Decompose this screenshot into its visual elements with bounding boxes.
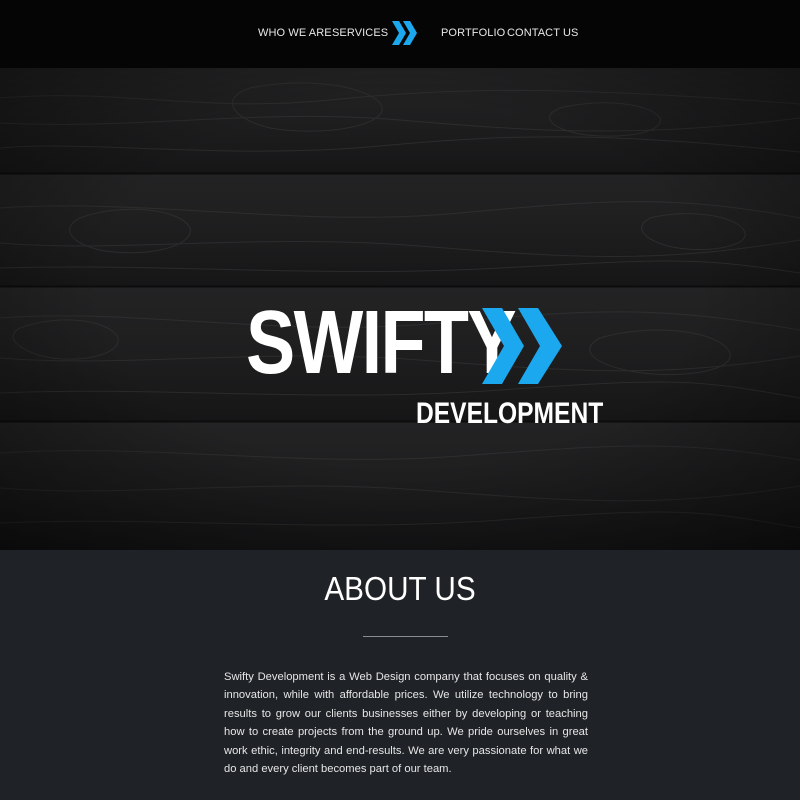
heading-divider	[363, 636, 448, 637]
brand-title: SWIFTY	[246, 293, 517, 393]
about-heading: ABOUT US	[324, 570, 476, 607]
about-body: Swifty Development is a Web Design compa…	[224, 671, 588, 776]
about-section: ABOUT US Swifty Development is a Web Des…	[0, 550, 800, 800]
brand-subtitle: DEVELOPMENT	[416, 397, 604, 430]
top-navigation: WHO WE ARE SERVICES PORTFOLIO CONTACT US	[0, 0, 800, 68]
nav-who-we-are[interactable]: WHO WE ARE	[258, 27, 332, 39]
double-chevron-icon[interactable]	[392, 21, 418, 45]
double-chevron-icon	[482, 308, 562, 384]
nav-contact-us[interactable]: CONTACT US	[507, 27, 579, 39]
nav-services[interactable]: SERVICES	[332, 27, 388, 39]
hero-banner: SWIFTY DEVELOPMENT	[0, 68, 800, 550]
nav-portfolio[interactable]: PORTFOLIO	[441, 27, 505, 39]
